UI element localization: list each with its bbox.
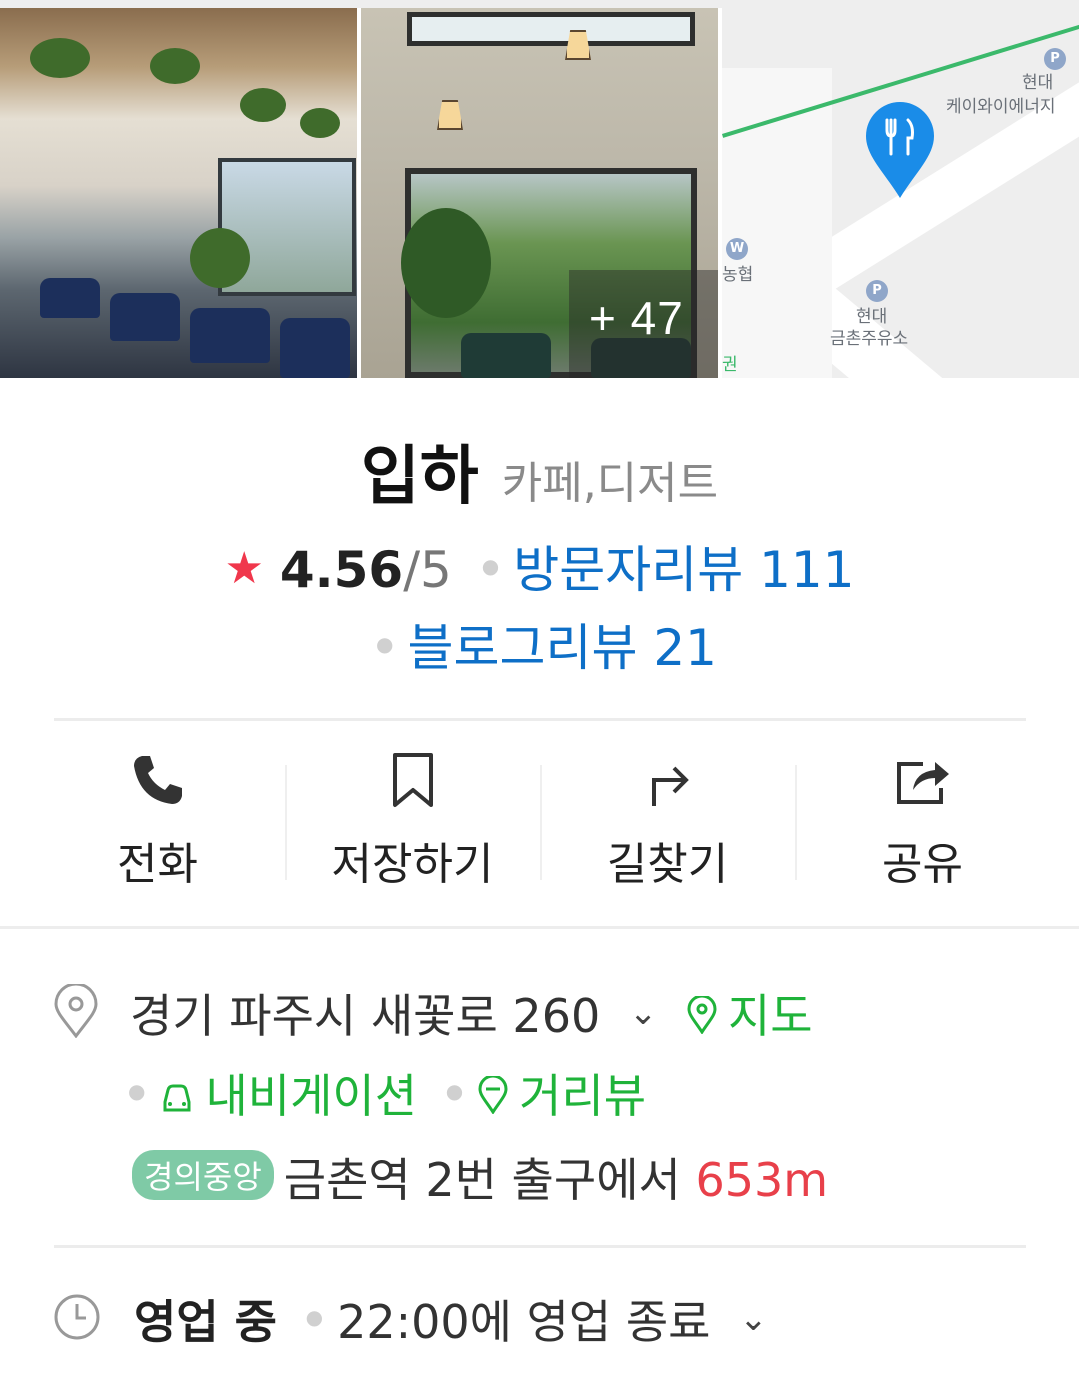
transit-station: 금촌역 2번 출구에서: [283, 1153, 681, 1207]
photo-plant: [401, 208, 491, 318]
star-icon: ★: [224, 543, 264, 594]
transit-row: 경의중앙 금촌역 2번 출구에서 653m: [132, 1144, 828, 1210]
photo-plant: [150, 48, 200, 84]
photo-plant: [240, 88, 286, 122]
restaurant-pin-icon: [866, 102, 934, 198]
rating-line: ★ 4.56/5 ● 방문자리뷰 111: [0, 530, 1079, 602]
map-label: 농협: [722, 265, 754, 285]
section-divider: [0, 926, 1079, 929]
photo-chair: [110, 293, 180, 341]
navigation-link[interactable]: 내비게이션: [159, 1069, 417, 1123]
map-label: 금촌주유소: [830, 329, 909, 349]
address-links-row: ● 내비게이션 ● 거리뷰: [128, 1060, 646, 1126]
bookmark-icon: [392, 753, 433, 807]
chevron-down-icon[interactable]: ⌄: [629, 993, 658, 1033]
photo-chair: [190, 308, 270, 363]
street-view-label: 거리뷰: [519, 1069, 647, 1123]
gallery-photo-2[interactable]: + 47: [361, 8, 718, 378]
phone-icon: [133, 756, 182, 804]
photo-plant: [30, 38, 90, 78]
subway-line-badge: 경의중앙: [132, 1150, 274, 1200]
map-link[interactable]: 지도: [686, 989, 813, 1043]
gas-station-icon: P: [866, 280, 888, 302]
gallery-photo-1[interactable]: [0, 8, 357, 378]
divider: [54, 1245, 1026, 1248]
rating-max: /5: [403, 541, 452, 599]
more-photos-count[interactable]: + 47: [589, 291, 684, 345]
photo-chair: [280, 318, 350, 378]
map-thumbnail[interactable]: P 현대 케이와이에너지 W 농협 P 현대 금촌주유소 권: [722, 8, 1079, 378]
save-button[interactable]: 저장하기: [285, 750, 540, 890]
business-hours-detail: 22:00에 영업 종료: [337, 1295, 711, 1349]
photo-plant: [300, 108, 340, 138]
clock-icon: [54, 1294, 100, 1340]
address-row: 경기 파주시 새꽃로 260 ⌄ 지도: [52, 980, 813, 1046]
business-status: 영업 중: [134, 1295, 277, 1349]
directions-label: 길찾기: [606, 839, 729, 890]
map-label: 현대: [856, 307, 888, 327]
map-pin-icon: [687, 994, 717, 1035]
separator-dot: ●: [376, 632, 394, 656]
photo-chair: [461, 333, 551, 378]
gas-station-icon: P: [1044, 48, 1066, 70]
separator-dot: ●: [305, 1305, 324, 1329]
address-text: 경기 파주시 새꽃로 260: [130, 989, 601, 1043]
divider: [54, 718, 1026, 721]
top-divider: [0, 0, 1079, 8]
blog-review-line: ● 블로그리뷰 21: [0, 608, 1079, 680]
directions-button[interactable]: 길찾기: [540, 750, 795, 890]
car-icon: [163, 1084, 191, 1112]
separator-dot: ●: [445, 1079, 464, 1103]
save-label: 저장하기: [331, 839, 494, 890]
directions-icon: [651, 766, 689, 806]
map-road: [722, 68, 832, 378]
share-label: 공유: [882, 839, 963, 890]
bank-icon: W: [726, 238, 748, 260]
blog-reviews-link[interactable]: 블로그리뷰 21: [407, 619, 717, 677]
chevron-down-icon[interactable]: ⌄: [739, 1299, 768, 1339]
rating-value: 4.56: [279, 541, 404, 599]
street-view-link[interactable]: 거리뷰: [477, 1069, 646, 1123]
map-label: 현대: [1022, 73, 1054, 93]
photo-lamp: [437, 100, 463, 130]
call-button[interactable]: 전화: [30, 750, 285, 890]
separator-dot: ●: [481, 554, 500, 578]
place-category: 카페,디저트: [501, 458, 719, 509]
street-view-icon: [478, 1074, 508, 1115]
location-pin-icon: [54, 982, 98, 1039]
action-bar: 전화 저장하기 길찾기 공유: [30, 750, 1050, 890]
place-header: 입하 카페,디저트: [0, 425, 1079, 517]
place-name: 입하: [360, 440, 479, 514]
map-link-label: 지도: [727, 989, 813, 1043]
photo-plant: [190, 228, 250, 288]
map-label: 케이와이에너지: [946, 97, 1056, 117]
map-label: 권: [722, 355, 738, 375]
transit-distance: 653m: [695, 1153, 829, 1207]
share-button[interactable]: 공유: [795, 750, 1050, 890]
photo-gallery: + 47 P 현대 케이와이에너지 W 농협 P 현대 금촌주유소 권: [0, 0, 1079, 378]
photo-chair: [40, 278, 100, 318]
visitor-reviews-link[interactable]: 방문자리뷰 111: [513, 541, 854, 599]
navigation-label: 내비게이션: [205, 1069, 418, 1123]
share-icon: [896, 762, 949, 804]
call-label: 전화: [117, 839, 198, 890]
photo-skylight: [407, 12, 695, 46]
separator-dot: ●: [128, 1079, 146, 1103]
hours-row[interactable]: 영업 중 ● 22:00에 영업 종료 ⌄: [52, 1286, 768, 1352]
